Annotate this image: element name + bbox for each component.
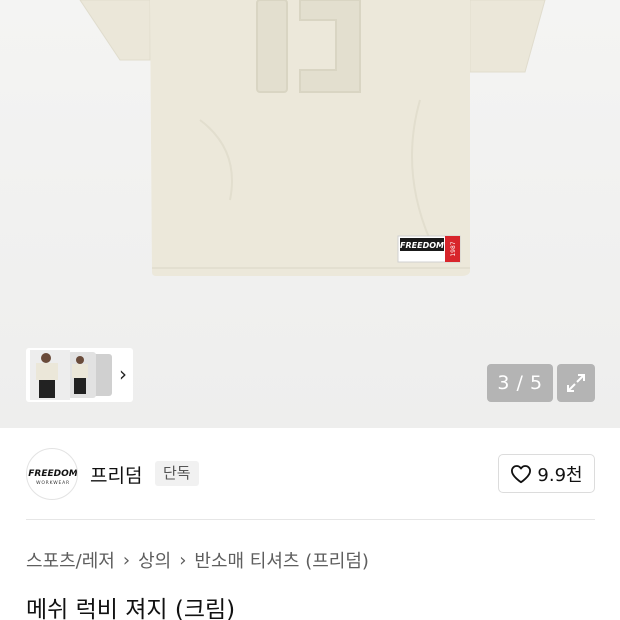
exclusive-badge: 단독 [155, 461, 199, 486]
like-count: 9.9천 [537, 464, 583, 486]
brand-logo[interactable]: FREEDOM WORKWEAR [26, 448, 78, 500]
svg-text:1987: 1987 [450, 241, 457, 256]
heart-outline-icon [511, 464, 532, 483]
chevron-right-icon: › [179, 549, 187, 571]
breadcrumb: 스포츠/레저 › 상의 › 반소매 티셔츠 (프리덤) [26, 547, 369, 573]
expand-button[interactable] [557, 364, 595, 402]
like-button[interactable]: 9.9천 [498, 454, 595, 493]
product-title: 메쉬 럭비 져지 (크림) [26, 597, 236, 620]
thumbnail-images [30, 350, 112, 400]
svg-text:FREEDOM: FREEDOM [400, 241, 444, 250]
brand-name[interactable]: 프리덤 [90, 461, 142, 488]
brand-row: FREEDOM WORKWEAR 프리덤 단독 9.9천 [0, 428, 620, 520]
divider [26, 519, 595, 520]
breadcrumb-item-tops[interactable]: 상의 [138, 547, 171, 573]
svg-text:WORKWEAR: WORKWEAR [36, 480, 70, 486]
product-image-area[interactable]: FREEDOM 1987 › 3 / 5 [0, 0, 620, 428]
image-counter: 3 / 5 [487, 364, 553, 402]
expand-icon [567, 374, 585, 392]
svg-text:FREEDOM: FREEDOM [28, 469, 77, 479]
chevron-right-icon[interactable]: › [119, 362, 127, 386]
breadcrumb-item-sports[interactable]: 스포츠/레저 [26, 547, 115, 573]
chevron-right-icon: › [122, 549, 131, 571]
breadcrumb-item-short-sleeve[interactable]: 반소매 티셔츠 (프리덤) [194, 547, 369, 573]
thumbnail-strip[interactable]: › [26, 348, 133, 402]
product-tag: FREEDOM 1987 [397, 235, 461, 263]
